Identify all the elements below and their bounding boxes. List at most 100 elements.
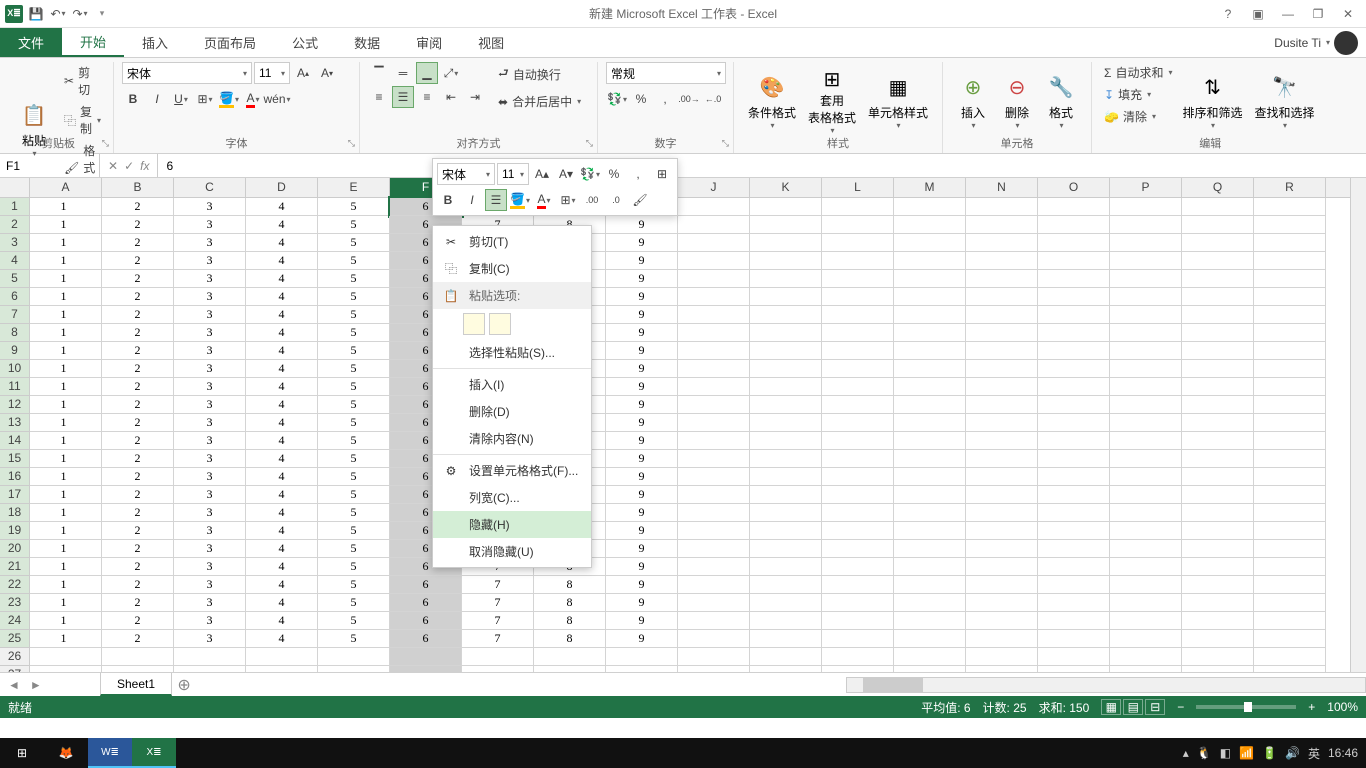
cell[interactable] xyxy=(1110,414,1182,432)
align-launcher-icon[interactable]: ⤡ xyxy=(586,138,593,149)
cell[interactable] xyxy=(1110,396,1182,414)
cell[interactable] xyxy=(1182,666,1254,672)
cell[interactable] xyxy=(894,666,966,672)
cell[interactable] xyxy=(1182,306,1254,324)
cell[interactable]: 3 xyxy=(174,234,246,252)
align-center-icon[interactable]: ☰ xyxy=(392,86,414,108)
row-header[interactable]: 23 xyxy=(0,594,30,612)
cell[interactable]: 7 xyxy=(462,576,534,594)
conditional-format-button[interactable]: 🎨条件格式▾ xyxy=(742,62,802,139)
row-header[interactable]: 25 xyxy=(0,630,30,648)
cell[interactable] xyxy=(1182,378,1254,396)
cell[interactable]: 5 xyxy=(318,234,390,252)
cell[interactable] xyxy=(1254,522,1326,540)
next-sheet-icon[interactable]: ► xyxy=(30,678,42,692)
cell[interactable]: 5 xyxy=(318,540,390,558)
cell[interactable] xyxy=(822,612,894,630)
cell[interactable]: 2 xyxy=(102,378,174,396)
zoom-level[interactable]: 100% xyxy=(1327,700,1358,714)
cell[interactable]: 9 xyxy=(606,270,678,288)
cell[interactable] xyxy=(1254,198,1326,216)
cell[interactable]: 4 xyxy=(246,594,318,612)
cell[interactable]: 5 xyxy=(318,342,390,360)
border-button[interactable]: ⊞▾ xyxy=(194,88,216,110)
cell[interactable]: 2 xyxy=(102,288,174,306)
cell[interactable] xyxy=(606,666,678,672)
bold-button[interactable]: B xyxy=(122,88,144,110)
cell[interactable] xyxy=(894,288,966,306)
cell[interactable]: 3 xyxy=(174,630,246,648)
mini-decdec-icon[interactable]: .0 xyxy=(605,189,627,211)
cell[interactable]: 9 xyxy=(606,612,678,630)
row-header[interactable]: 5 xyxy=(0,270,30,288)
cell[interactable] xyxy=(966,270,1038,288)
cell[interactable]: 1 xyxy=(30,522,102,540)
cell[interactable]: 2 xyxy=(102,576,174,594)
cell[interactable]: 9 xyxy=(606,594,678,612)
cell[interactable] xyxy=(894,324,966,342)
mini-dec-font-icon[interactable]: A▾ xyxy=(555,163,577,185)
page-break-icon[interactable]: ⊟ xyxy=(1145,699,1165,715)
row-header[interactable]: 16 xyxy=(0,468,30,486)
cell[interactable]: 3 xyxy=(174,576,246,594)
cell[interactable] xyxy=(1254,360,1326,378)
save-icon[interactable]: 💾 xyxy=(26,4,46,24)
avatar[interactable] xyxy=(1334,31,1358,55)
cell[interactable]: 6 xyxy=(390,594,462,612)
row-header[interactable]: 14 xyxy=(0,432,30,450)
cell[interactable] xyxy=(750,540,822,558)
cell[interactable] xyxy=(966,342,1038,360)
cell[interactable]: 1 xyxy=(30,576,102,594)
cell[interactable]: 3 xyxy=(174,432,246,450)
tab-review[interactable]: 审阅 xyxy=(398,28,460,57)
cell[interactable] xyxy=(678,630,750,648)
cell[interactable] xyxy=(1254,450,1326,468)
cell[interactable] xyxy=(1254,540,1326,558)
cell[interactable]: 1 xyxy=(30,198,102,216)
font-name-select[interactable]: 宋体▾ xyxy=(122,62,252,84)
cell[interactable] xyxy=(1254,648,1326,666)
cell[interactable]: 4 xyxy=(246,252,318,270)
qat-customize-icon[interactable]: ▾ xyxy=(92,4,112,24)
cell[interactable] xyxy=(1110,522,1182,540)
cell[interactable] xyxy=(678,378,750,396)
cell[interactable] xyxy=(750,288,822,306)
row-header[interactable]: 21 xyxy=(0,558,30,576)
cell[interactable]: 5 xyxy=(318,576,390,594)
restore-icon[interactable]: ❐ xyxy=(1308,4,1328,24)
cell[interactable]: 1 xyxy=(30,504,102,522)
cell[interactable] xyxy=(678,594,750,612)
cell[interactable] xyxy=(1038,612,1110,630)
cell[interactable]: 9 xyxy=(606,342,678,360)
cell[interactable]: 9 xyxy=(606,414,678,432)
start-button[interactable]: ⊞ xyxy=(0,738,44,768)
col-header-Q[interactable]: Q xyxy=(1182,178,1254,197)
cell[interactable] xyxy=(678,396,750,414)
cell[interactable]: 3 xyxy=(174,216,246,234)
ctx-column-width[interactable]: 列宽(C)... xyxy=(433,484,591,511)
col-header-N[interactable]: N xyxy=(966,178,1038,197)
cell[interactable] xyxy=(966,630,1038,648)
cell[interactable] xyxy=(678,504,750,522)
cell[interactable] xyxy=(822,414,894,432)
cell[interactable]: 4 xyxy=(246,432,318,450)
tab-formulas[interactable]: 公式 xyxy=(274,28,336,57)
cell[interactable]: 3 xyxy=(174,396,246,414)
ribbon-options-icon[interactable]: ▣ xyxy=(1248,4,1268,24)
cell[interactable]: 4 xyxy=(246,576,318,594)
cell[interactable] xyxy=(966,198,1038,216)
cell[interactable]: 5 xyxy=(318,558,390,576)
cell[interactable] xyxy=(1038,414,1110,432)
cell[interactable] xyxy=(750,342,822,360)
cell[interactable] xyxy=(1182,216,1254,234)
cell[interactable]: 1 xyxy=(30,270,102,288)
cell[interactable]: 1 xyxy=(30,396,102,414)
cell[interactable]: 5 xyxy=(318,324,390,342)
cell[interactable] xyxy=(1038,216,1110,234)
cell[interactable] xyxy=(894,342,966,360)
cell[interactable] xyxy=(1254,504,1326,522)
cell[interactable] xyxy=(1110,216,1182,234)
cell[interactable]: 9 xyxy=(606,576,678,594)
excel-logo-icon[interactable]: X≣ xyxy=(4,4,24,24)
cell[interactable]: 9 xyxy=(606,306,678,324)
